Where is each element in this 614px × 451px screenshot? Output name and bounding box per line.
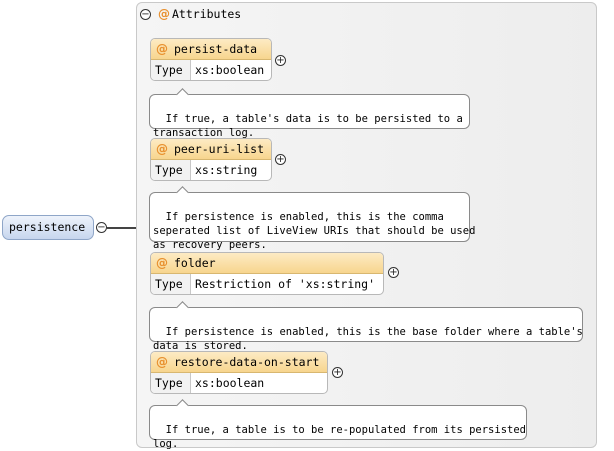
type-value: xs:boolean [195, 376, 265, 390]
expand-toggle-folder[interactable]: + [388, 267, 399, 278]
type-label: Type [151, 160, 191, 180]
expand-toggle-persist-data[interactable]: + [275, 55, 286, 66]
root-collapse-toggle[interactable]: − [96, 222, 107, 233]
expand-toggle-peer-uri-list[interactable]: + [275, 154, 286, 165]
attribute-name: peer-uri-list [174, 142, 265, 156]
type-value: xs:boolean [195, 63, 265, 77]
doc-callout-restore-data-on-start: If true, a table is to be re-populated f… [149, 405, 527, 450]
attribute-header: @ folder [151, 253, 383, 274]
root-element-persistence[interactable]: persistence [2, 215, 94, 240]
attribute-card-persist-data[interactable]: @ persist-data Type xs:boolean [150, 38, 272, 81]
type-label: Type [151, 60, 191, 80]
attribute-at-icon: @ [156, 355, 168, 369]
expand-toggle-restore-data-on-start[interactable]: + [332, 367, 343, 378]
attribute-card-peer-uri-list[interactable]: @ peer-uri-list Type xs:string [150, 138, 272, 181]
attribute-at-icon: @ [156, 142, 168, 156]
root-element-label: persistence [9, 220, 86, 234]
type-label: Type [151, 274, 191, 294]
attribute-type-row: Type xs:boolean [151, 373, 327, 393]
attribute-at-icon: @ [156, 256, 168, 270]
attribute-type-row: Type xs:boolean [151, 60, 271, 80]
doc-callout-folder: If persistence is enabled, this is the b… [149, 307, 583, 352]
attributes-collapse-toggle[interactable]: − [140, 9, 151, 20]
attribute-type-row: Type xs:string [151, 160, 271, 180]
attribute-name: restore-data-on-start [174, 355, 320, 369]
attribute-header: @ peer-uri-list [151, 139, 271, 160]
type-value: Restriction of 'xs:string' [195, 277, 376, 291]
attribute-card-folder[interactable]: @ folder Type Restriction of 'xs:string' [150, 252, 384, 295]
attribute-name: persist-data [174, 42, 258, 56]
attribute-name: folder [174, 256, 216, 270]
doc-callout-persist-data: If true, a table's data is to be persist… [149, 94, 470, 139]
attribute-header: @ persist-data [151, 39, 271, 60]
type-value: xs:string [195, 163, 258, 177]
attribute-at-icon: @ [156, 42, 168, 56]
type-label: Type [151, 373, 191, 393]
attribute-card-restore-data-on-start[interactable]: @ restore-data-on-start Type xs:boolean [150, 351, 328, 394]
attribute-at-icon: @ [158, 7, 170, 21]
attribute-type-row: Type Restriction of 'xs:string' [151, 274, 383, 294]
attributes-title: Attributes [172, 7, 242, 21]
doc-callout-peer-uri-list: If persistence is enabled, this is the c… [149, 192, 475, 251]
attribute-header: @ restore-data-on-start [151, 352, 327, 373]
